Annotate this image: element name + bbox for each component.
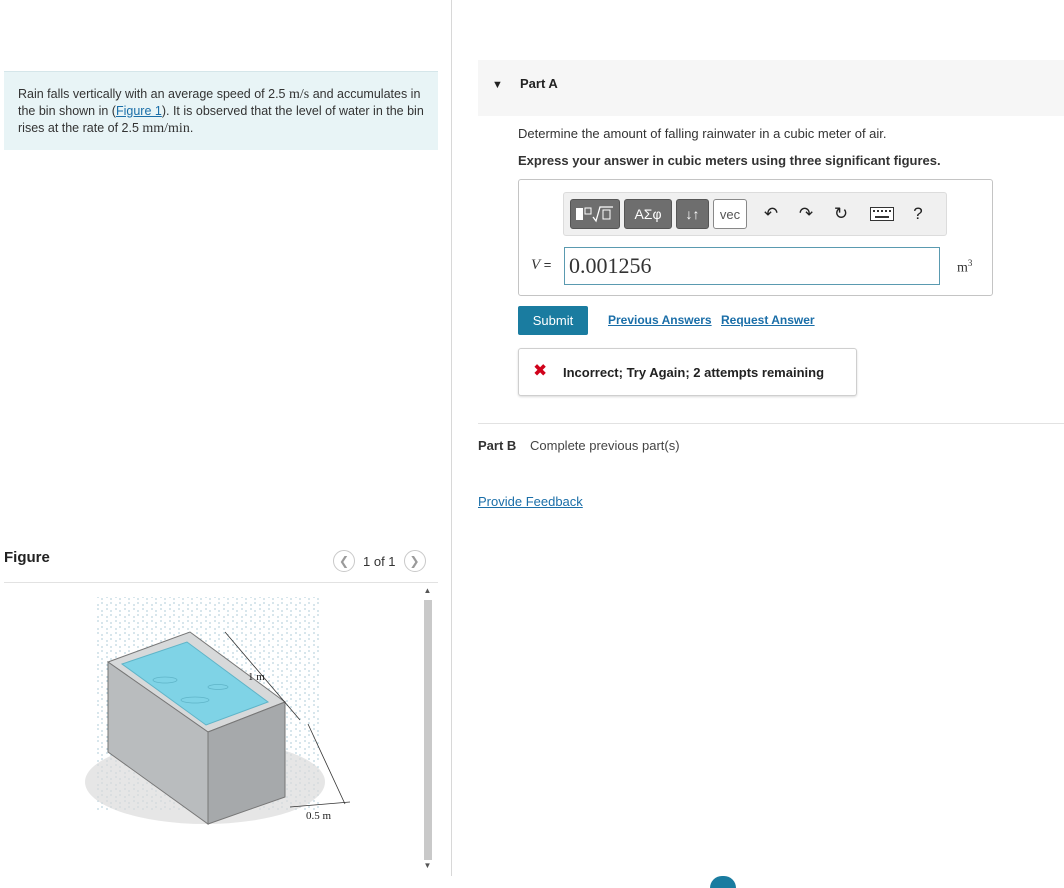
feedback-text: Incorrect; Try Again; 2 attempts remaini… xyxy=(563,365,825,380)
collapse-triangle-icon[interactable]: ▼ xyxy=(492,79,503,91)
chevron-right-icon[interactable]: ❯ xyxy=(403,550,426,572)
request-answer-link[interactable]: Request Answer xyxy=(721,313,815,327)
templates-icon[interactable] xyxy=(570,199,620,229)
problem-text-4: . xyxy=(189,121,194,135)
undo-icon[interactable]: ↶ xyxy=(759,201,783,227)
redo-icon[interactable]: ↷ xyxy=(794,201,818,227)
previous-answers-link[interactable]: Previous Answers xyxy=(608,313,712,327)
figure-link[interactable]: Figure 1 xyxy=(116,104,162,118)
variable: V xyxy=(531,257,541,273)
scroll-down-icon[interactable]: ▼ xyxy=(421,861,434,870)
scroll-thumb[interactable] xyxy=(424,600,432,860)
feedback-message: ✖ Incorrect; Try Again; 2 attempts remai… xyxy=(518,348,857,396)
bin-illustration: 1 m 0.5 m xyxy=(85,597,351,825)
part-b-label: Part B xyxy=(478,438,517,453)
answer-input[interactable]: 0.001256 xyxy=(564,247,940,285)
scroll-up-icon[interactable]: ▲ xyxy=(421,586,434,595)
part-a-question: Determine the amount of falling rainwate… xyxy=(518,126,887,141)
help-icon[interactable]: ? xyxy=(906,201,930,227)
figure-pager: ❮ 1 of 1 ❯ xyxy=(333,549,426,573)
rate-unit: mm/min xyxy=(142,121,190,136)
figure-title: Figure xyxy=(4,549,50,566)
problem-statement: Rain falls vertically with an average sp… xyxy=(4,71,438,150)
unit-label: m3 xyxy=(957,258,973,276)
speed-unit: m/s xyxy=(288,87,310,102)
math-toolbar: ΑΣφ ↓↑ vec ↶ ↷ ↻ ? xyxy=(563,192,947,236)
bin-figure: 1 m 0.5 m xyxy=(60,592,360,842)
answer-box: ΑΣφ ↓↑ vec ↶ ↷ ↻ ? V = 0.001256 m3 xyxy=(518,179,993,296)
part-b-divider xyxy=(478,423,1064,424)
submit-button[interactable]: Submit xyxy=(518,306,588,335)
floating-widget[interactable] xyxy=(710,876,736,888)
column-divider xyxy=(451,0,452,876)
part-a-label: Part A xyxy=(520,76,558,91)
figure-scrollbar[interactable]: ▲ ▼ xyxy=(421,586,434,874)
figure-rule xyxy=(4,582,438,583)
reset-icon[interactable]: ↻ xyxy=(829,201,853,227)
width-label: 0.5 m xyxy=(306,810,332,822)
part-a-instruction: Express your answer in cubic meters usin… xyxy=(518,153,941,168)
part-a-header[interactable]: ▼ Part A xyxy=(478,60,1064,116)
provide-feedback-link[interactable]: Provide Feedback xyxy=(478,494,583,509)
length-label: 1 m xyxy=(248,671,265,683)
arrows-button[interactable]: ↓↑ xyxy=(676,199,709,229)
equals-sign: = xyxy=(543,257,552,272)
greek-button[interactable]: ΑΣφ xyxy=(624,199,672,229)
part-b-status: Complete previous part(s) xyxy=(530,438,680,453)
chevron-left-icon[interactable]: ❮ xyxy=(333,550,355,572)
keyboard-icon[interactable] xyxy=(867,201,897,227)
error-x-icon: ✖ xyxy=(533,361,548,380)
variable-label: V = xyxy=(531,257,551,274)
vec-button[interactable]: vec xyxy=(713,199,747,229)
pager-text: 1 of 1 xyxy=(363,553,396,569)
problem-text-1: Rain falls vertically with an average sp… xyxy=(18,87,289,101)
